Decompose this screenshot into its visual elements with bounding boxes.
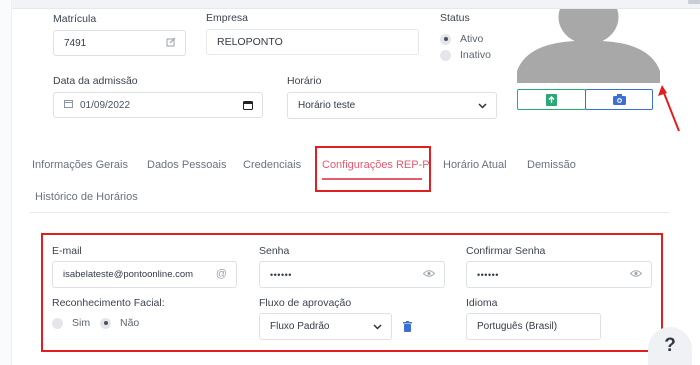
form-highlight-box bbox=[41, 233, 663, 352]
edit-icon[interactable] bbox=[166, 37, 176, 50]
status-inativo-radio[interactable]: Inativo bbox=[440, 49, 491, 61]
tab-horario-atual[interactable]: Horário Atual bbox=[443, 159, 507, 171]
sidebar-edge bbox=[0, 0, 12, 365]
tab-highlight-box bbox=[315, 146, 431, 192]
tabs-divider bbox=[30, 212, 670, 213]
tab-dados-pessoais[interactable]: Dados Pessoais bbox=[147, 159, 227, 171]
matricula-field[interactable]: 7491 bbox=[53, 30, 186, 56]
horario-select[interactable]: Horário teste bbox=[287, 92, 497, 119]
status-ativo-radio[interactable]: Ativo bbox=[440, 33, 483, 45]
admissao-label: Data da admissão bbox=[53, 75, 138, 87]
tab-historico-horarios[interactable]: Histórico de Horários bbox=[35, 191, 138, 203]
calendar-icon[interactable] bbox=[243, 100, 253, 113]
upload-file-icon bbox=[546, 93, 557, 106]
tab-informacoes-gerais[interactable]: Informações Gerais bbox=[32, 159, 128, 171]
empresa-label: Empresa bbox=[206, 12, 249, 24]
admissao-date-input[interactable]: 01/09/2022 bbox=[53, 92, 263, 118]
status-label: Status bbox=[440, 12, 470, 24]
matricula-value: 7491 bbox=[64, 37, 87, 49]
empresa-value: RELOPONTO bbox=[217, 36, 283, 48]
tab-credenciais[interactable]: Credenciais bbox=[243, 159, 301, 171]
upload-photo-button[interactable] bbox=[517, 89, 586, 110]
horario-value: Horário teste bbox=[298, 100, 356, 111]
admissao-value: 01/09/2022 bbox=[80, 99, 131, 111]
radio-dot bbox=[440, 49, 451, 61]
employee-photo bbox=[517, 0, 660, 83]
chevron-down-icon bbox=[478, 101, 487, 113]
camera-icon bbox=[612, 94, 626, 105]
camera-button[interactable] bbox=[585, 89, 653, 110]
empresa-field[interactable]: RELOPONTO bbox=[206, 29, 419, 55]
status-ativo-label: Ativo bbox=[460, 33, 484, 45]
help-label: ? bbox=[664, 335, 676, 356]
matricula-label: Matrícula bbox=[53, 13, 97, 25]
calendar-small-icon bbox=[64, 99, 73, 111]
horario-label: Horário bbox=[287, 75, 322, 87]
status-inativo-label: Inativo bbox=[460, 49, 491, 61]
tab-demissao[interactable]: Demissão bbox=[527, 159, 576, 171]
help-button[interactable]: ? bbox=[648, 327, 692, 365]
radio-dot bbox=[440, 33, 451, 45]
top-bar bbox=[0, 0, 700, 9]
annotation-arrow bbox=[658, 85, 680, 132]
top-bar-button[interactable] bbox=[688, 0, 700, 4]
